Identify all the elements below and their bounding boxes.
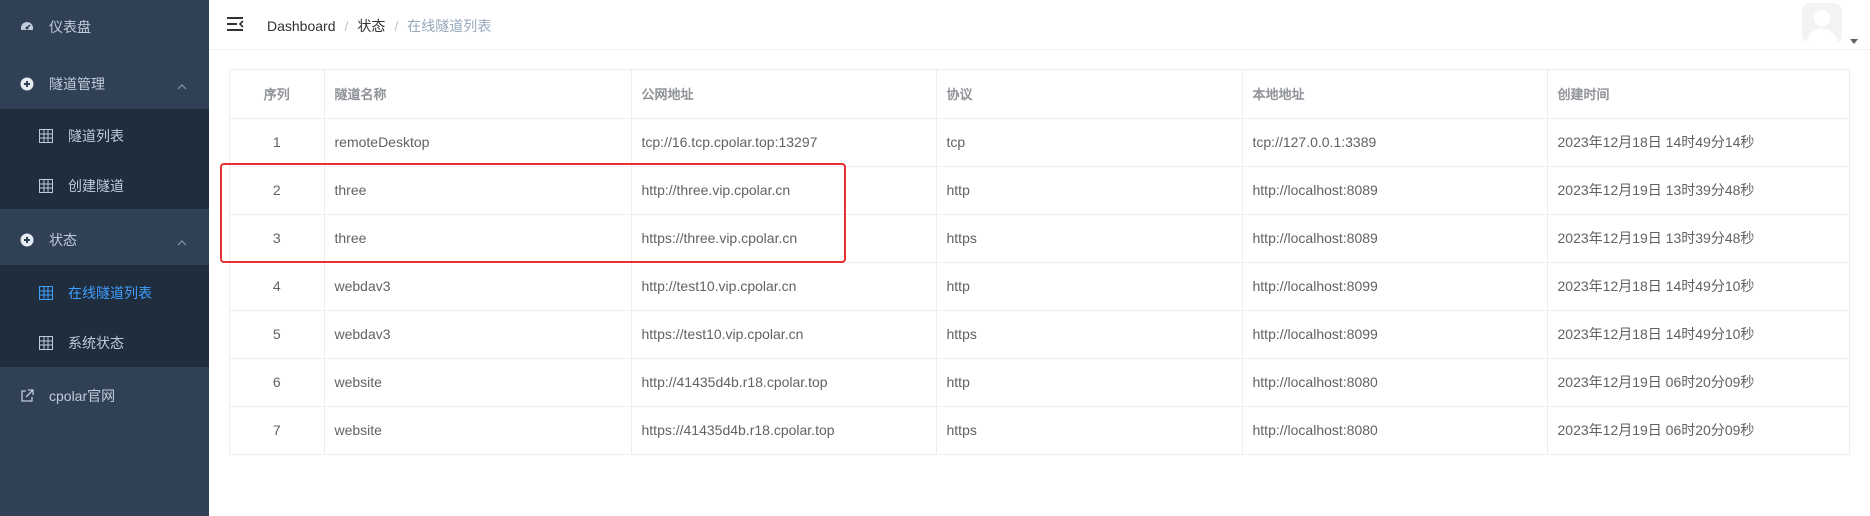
sidebar-item-dashboard[interactable]: 仪表盘	[0, 2, 209, 52]
hamburger-icon[interactable]	[226, 16, 244, 32]
cell-public-url: https://41435d4b.r18.cpolar.top	[631, 406, 937, 455]
tunnel-icon	[19, 76, 35, 92]
cell-created-time: 2023年12月18日 14时49分14秒	[1547, 118, 1850, 167]
sidebar-item-system-status[interactable]: 系统状态	[0, 318, 209, 368]
cell-index: 6	[230, 358, 325, 407]
table-row: 7 website https://41435d4b.r18.cpolar.top h…	[230, 406, 1850, 455]
sidebar-item-label: 隧道管理	[49, 76, 105, 92]
sidebar-item-label: cpolar官网	[49, 388, 116, 404]
table-header-row: 序列 隧道名称 公网地址 协议 本地地址 创建时间	[230, 70, 1850, 119]
cell-index: 1	[230, 118, 325, 167]
table-row: 3 three https://three.vip.cpolar.cn https ht…	[230, 214, 1850, 263]
cell-created-time: 2023年12月19日 13时39分48秒	[1547, 214, 1850, 263]
cell-name: website	[324, 406, 632, 455]
cell-local-address: http://localhost:8099	[1242, 262, 1548, 311]
cell-local-address: http://localhost:8080	[1242, 406, 1548, 455]
sidebar-item-label: 在线隧道列表	[68, 285, 152, 301]
cell-created-time: 2023年12月18日 14时49分10秒	[1547, 262, 1850, 311]
breadcrumb-separator: /	[344, 18, 349, 34]
cell-name: three	[324, 166, 632, 215]
grid-icon	[39, 286, 53, 300]
navbar: Dashboard / 状态 / 在线隧道列表	[209, 0, 1870, 50]
column-header-local-address: 本地地址	[1242, 70, 1548, 119]
grid-icon	[39, 336, 53, 350]
table-row: 1 remoteDesktop tcp://16.tcp.cpolar.top:13…	[230, 118, 1850, 167]
chevron-up-icon	[177, 79, 187, 95]
cell-protocol: http	[936, 166, 1243, 215]
cell-name: website	[324, 358, 632, 407]
grid-icon	[39, 129, 53, 143]
cell-created-time: 2023年12月19日 06时20分09秒	[1547, 406, 1850, 455]
user-avatar-icon	[1802, 3, 1842, 43]
sidebar-item-cpolar-website[interactable]: cpolar官网	[0, 371, 209, 421]
cell-protocol: https	[936, 406, 1243, 455]
cell-index: 5	[230, 310, 325, 359]
cell-name: three	[324, 214, 632, 263]
sidebar-item-online-tunnel-list[interactable]: 在线隧道列表	[0, 268, 209, 318]
tunnel-table: 序列 隧道名称 公网地址 协议 本地地址 创建时间 1 remoteDesktop…	[229, 69, 1850, 455]
cell-public-url: tcp://16.tcp.cpolar.top:13297	[631, 118, 937, 167]
column-header-created-time: 创建时间	[1547, 70, 1850, 119]
cell-created-time: 2023年12月18日 14时49分10秒	[1547, 310, 1850, 359]
cell-public-url: http://three.vip.cpolar.cn	[631, 166, 937, 215]
cell-public-url: https://three.vip.cpolar.cn	[631, 214, 937, 263]
breadcrumb-status[interactable]: 状态	[357, 16, 385, 36]
breadcrumb-dashboard[interactable]: Dashboard	[267, 18, 336, 34]
breadcrumb: Dashboard / 状态 / 在线隧道列表	[267, 16, 491, 36]
column-header-index: 序列	[230, 70, 325, 119]
sidebar-item-create-tunnel[interactable]: 创建隧道	[0, 161, 209, 211]
cell-public-url: http://41435d4b.r18.cpolar.top	[631, 358, 937, 407]
column-header-name: 隧道名称	[324, 70, 632, 119]
cell-local-address: http://localhost:8080	[1242, 358, 1548, 407]
sidebar: 仪表盘 隧道管理 隧道列表 创建隧道 状态 在线隧道列表 系统状态 cpolar…	[0, 0, 209, 516]
breadcrumb-separator: /	[394, 18, 399, 34]
chevron-up-icon	[177, 235, 187, 251]
cell-local-address: http://localhost:8089	[1242, 214, 1548, 263]
external-link-icon	[19, 388, 35, 404]
cell-protocol: http	[936, 262, 1243, 311]
cell-name: remoteDesktop	[324, 118, 632, 167]
cell-index: 4	[230, 262, 325, 311]
sidebar-item-label: 系统状态	[68, 335, 124, 351]
cell-public-url: https://test10.vip.cpolar.cn	[631, 310, 937, 359]
table-row: 6 website http://41435d4b.r18.cpolar.top ht…	[230, 358, 1850, 407]
cell-public-url: http://test10.vip.cpolar.cn	[631, 262, 937, 311]
cell-index: 2	[230, 166, 325, 215]
cell-local-address: http://localhost:8089	[1242, 166, 1548, 215]
sidebar-item-label: 状态	[49, 232, 77, 248]
table-row: 4 webdav3 http://test10.vip.cpolar.cn http h…	[230, 262, 1850, 311]
status-icon	[19, 232, 35, 248]
sidebar-item-label: 隧道列表	[68, 128, 124, 144]
sidebar-item-label: 创建隧道	[68, 178, 124, 194]
dashboard-icon	[19, 19, 35, 35]
cell-name: webdav3	[324, 310, 632, 359]
table-row: 2 three http://three.vip.cpolar.cn http http…	[230, 166, 1850, 215]
grid-icon	[39, 179, 53, 193]
cell-local-address: http://localhost:8099	[1242, 310, 1548, 359]
cell-created-time: 2023年12月19日 13时39分48秒	[1547, 166, 1850, 215]
cell-protocol: http	[936, 358, 1243, 407]
caret-down-icon[interactable]	[1850, 32, 1858, 50]
column-header-public-url: 公网地址	[631, 70, 937, 119]
sidebar-item-tunnel-list[interactable]: 隧道列表	[0, 111, 209, 161]
cell-protocol: https	[936, 310, 1243, 359]
avatar[interactable]	[1802, 3, 1842, 43]
cell-local-address: tcp://127.0.0.1:3389	[1242, 118, 1548, 167]
cell-protocol: https	[936, 214, 1243, 263]
sidebar-item-status[interactable]: 状态	[0, 215, 209, 265]
breadcrumb-current: 在线隧道列表	[407, 18, 492, 34]
cell-protocol: tcp	[936, 118, 1243, 167]
sidebar-item-label: 仪表盘	[49, 19, 91, 35]
cell-index: 3	[230, 214, 325, 263]
sidebar-item-tunnel-management[interactable]: 隧道管理	[0, 59, 209, 109]
table-row: 5 webdav3 https://test10.vip.cpolar.cn http…	[230, 310, 1850, 359]
cell-created-time: 2023年12月19日 06时20分09秒	[1547, 358, 1850, 407]
cell-index: 7	[230, 406, 325, 455]
cell-name: webdav3	[324, 262, 632, 311]
column-header-protocol: 协议	[936, 70, 1243, 119]
